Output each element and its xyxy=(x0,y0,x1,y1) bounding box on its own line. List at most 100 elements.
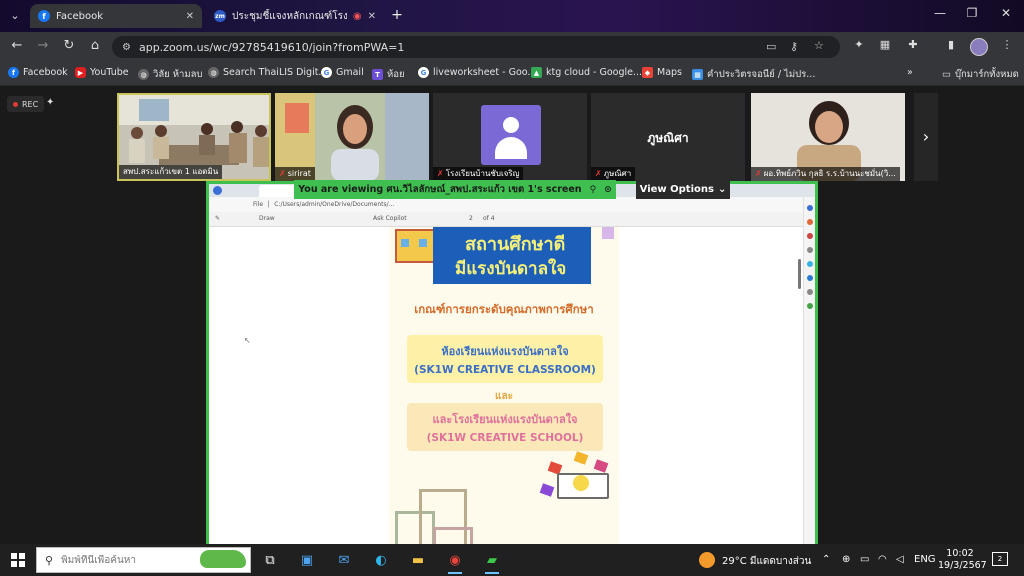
doc-title-line1: สถานศึกษาดี xyxy=(465,234,566,255)
bookmark-youtube[interactable]: ▶ YouTube xyxy=(75,67,129,78)
all-bookmarks-folder[interactable]: ▭ บุ๊กมาร์กทั้งหมด xyxy=(942,67,1019,82)
participant-tile-admin[interactable]: สพป.สระแก้วเขต 1 แอดมิน xyxy=(117,93,271,181)
bookmark-liveworksheet[interactable]: Gliveworksheet - Goo... xyxy=(418,67,536,78)
participant-name-text: sirirat xyxy=(287,169,311,178)
participant-tile-phusanisa[interactable]: ภูษณิศา ✗ ภูษณิศา xyxy=(591,93,745,181)
profile-avatar[interactable] xyxy=(970,38,988,56)
participant-tile-director[interactable]: ✗ ผอ.ทิพย์ภวิน กุลธิ ร.ร.บ้านนะชมั่น(วิ..… xyxy=(751,93,905,181)
close-tab-icon[interactable]: ✕ xyxy=(186,11,194,22)
globe-icon: ◍ xyxy=(138,69,149,80)
doc-heading: เกณฑ์การยกระดับคุณภาพการศึกษา xyxy=(414,302,594,316)
close-window-icon[interactable]: ✕ xyxy=(996,6,1016,20)
bookmark-maps[interactable]: ◆ Maps xyxy=(642,67,682,78)
mouse-cursor-icon: ↖ xyxy=(244,336,251,345)
ai-companion-icon[interactable]: ✦ xyxy=(46,97,54,108)
weather-text[interactable]: 29°C มีแดดบางส่วน xyxy=(722,554,811,569)
input-language[interactable]: ENG xyxy=(914,554,936,565)
tray-chevron-up-icon[interactable]: ⌃ xyxy=(822,554,830,565)
bookmark-wilai[interactable]: ◍ วิลัย ห้ามลบ xyxy=(138,67,202,82)
notification-icon[interactable]: 2 xyxy=(992,552,1008,566)
bookmark-ktg-cloud[interactable]: ▲ ktg cloud - Google... xyxy=(531,67,642,78)
clock[interactable]: 10:02 19/3/2567 xyxy=(938,548,987,572)
bookmarks-overflow-icon[interactable]: » xyxy=(907,67,913,78)
shared-screen[interactable]: File │ C:/Users/admin/OneDrive/Documents… xyxy=(206,181,818,576)
recording-indicator[interactable]: REC xyxy=(7,96,45,112)
restore-icon[interactable]: ❐ xyxy=(962,6,982,20)
participant-tile-sirirat[interactable]: ✗ sirirat xyxy=(275,93,429,181)
participant-name-text: สพป.สระแก้วเขต 1 แอดมิน xyxy=(123,167,219,176)
taskbar-search-input[interactable] xyxy=(61,554,212,566)
extensions-puzzle-icon[interactable]: ✚ xyxy=(904,38,922,51)
menu-kebab-icon[interactable]: ⋮ xyxy=(998,38,1016,51)
minimize-icon[interactable]: — xyxy=(930,6,950,20)
network-icon[interactable]: ⊕ xyxy=(842,554,850,565)
camera-icon[interactable]: ▭ xyxy=(766,40,776,53)
forward-icon[interactable]: → xyxy=(34,38,52,53)
battery-icon[interactable]: ▭ xyxy=(860,554,869,565)
task-view-icon[interactable]: ⧉ xyxy=(257,548,283,572)
decoration-shape xyxy=(573,451,589,465)
participant-name-text: ผอ.ทิพย์ภวิน กุลธิ ร.ร.บ้านนะชมั่น(วิ... xyxy=(763,169,896,178)
address-bar[interactable]: ⚙ app.zoom.us/wc/92785419610/join?fromPW… xyxy=(112,36,840,58)
bookmark-resume[interactable]: ▦ คำประวิตรจอนีย์ / ไม่ปร... xyxy=(692,67,815,82)
browser-tab-bar: ⌄ f Facebook ✕ zm ประชุมชี้แจงหลักเกณฑ์โ… xyxy=(0,0,1024,32)
stop-share-icon[interactable]: ⊙ xyxy=(604,185,612,195)
search-icon: ⚲ xyxy=(45,553,54,567)
bookmark-hoi[interactable]: T ห้อย xyxy=(372,67,405,82)
participant-name: สพป.สระแก้วเขต 1 แอดมิน xyxy=(119,165,223,179)
wifi-icon[interactable]: ◠ xyxy=(878,554,887,565)
sheets-extension-icon[interactable]: ▦ xyxy=(876,38,894,51)
bookmark-label: บุ๊กมาร์กทั้งหมด xyxy=(954,69,1019,80)
home-icon[interactable]: ⌂ xyxy=(86,38,104,53)
windows-taskbar: ⚲ ⧉ ▣ ✉ ◐ ▬ ◉ ▰ 29°C มีแดดบางส่วน ⌃ ⊕ ▭ … xyxy=(0,544,1024,576)
side-panel-icon[interactable]: ▮ xyxy=(942,38,960,51)
view-options-button[interactable]: View Options ⌄ xyxy=(636,180,730,199)
chrome-icon[interactable]: ◉ xyxy=(442,548,468,574)
volume-icon[interactable]: ◁ xyxy=(896,554,904,565)
participant-name-text: โรงเรียนบ้านชับเจริญ xyxy=(445,169,520,178)
pdf-ask-copilot: Ask Copilot xyxy=(373,215,407,222)
bookmark-star-icon[interactable]: ☆ xyxy=(814,39,824,52)
weather-icon[interactable] xyxy=(699,552,715,568)
search-highlight-frog-icon xyxy=(200,550,246,568)
reload-icon[interactable]: ↻ xyxy=(60,38,78,53)
new-tab-button[interactable]: + xyxy=(388,6,406,24)
bookmark-label: ห้อย xyxy=(387,69,405,80)
back-icon[interactable]: ← xyxy=(8,38,26,53)
classroom-box: ห้องเรียนแห่งแรงบันดาลใจ (SK1W CREATIVE … xyxy=(407,335,603,383)
chevron-down-icon: ⌄ xyxy=(717,184,727,195)
google-icon: G xyxy=(321,67,332,78)
bookmark-thailis[interactable]: ◍ Search ThaiLIS Digit... xyxy=(208,67,328,78)
bookmark-label: คำประวิตรจอนีย์ / ไม่ปร... xyxy=(707,69,816,80)
mail-icon[interactable]: ✉ xyxy=(331,548,357,572)
site-info-icon[interactable]: ⚙ xyxy=(122,42,131,53)
tab-zoom-meeting[interactable]: zm ประชุมชี้แจงหลักเกณฑ์โรงเรียนแ ◉ ✕ xyxy=(206,4,384,28)
remote-control-icon[interactable]: ⚲ xyxy=(590,185,597,195)
line-icon[interactable]: ▰ xyxy=(479,548,505,574)
bookmark-label: Facebook xyxy=(23,67,68,78)
tab-facebook[interactable]: f Facebook ✕ xyxy=(30,4,202,28)
participant-center-name: ภูษณิศา xyxy=(647,131,689,145)
file-explorer-icon[interactable]: ▬ xyxy=(405,548,431,572)
rec-label: REC xyxy=(22,99,39,109)
participant-tile-school[interactable]: ✗ โรงเรียนบ้านชับเจริญ xyxy=(433,93,587,181)
tab-title: ประชุมชี้แจงหลักเกณฑ์โรงเรียนแ xyxy=(232,10,347,22)
bookmark-label: Search ThaiLIS Digit... xyxy=(223,67,328,78)
participant-name: ✗ ภูษณิศา xyxy=(591,167,636,181)
file-path: C:/Users/admin/OneDrive/Documents/... xyxy=(274,201,395,208)
file-label: File xyxy=(253,201,264,208)
ms-store-icon[interactable]: ▣ xyxy=(294,548,320,572)
close-tab-icon[interactable]: ✕ xyxy=(368,11,376,22)
tab-search-chevron-icon[interactable]: ⌄ xyxy=(6,7,24,25)
extension-icon[interactable]: ✦ xyxy=(850,38,868,51)
rec-dot-icon xyxy=(13,101,18,107)
bookmark-facebook[interactable]: f Facebook xyxy=(8,67,68,78)
edge-icon[interactable]: ◐ xyxy=(368,548,394,572)
doc-title-line2: มีแรงบันดาลใจ xyxy=(455,259,567,279)
next-participants-chevron-icon[interactable]: › xyxy=(914,93,938,181)
password-key-icon[interactable]: ⚷ xyxy=(790,40,798,53)
bookmark-gmail[interactable]: G Gmail xyxy=(321,67,364,78)
windows-start-icon[interactable] xyxy=(11,553,25,567)
bookmarks-bar: f Facebook ▶ YouTube ◍ วิลัย ห้ามลบ ◍ Search… xyxy=(0,62,1024,86)
bookmark-label: YouTube xyxy=(90,67,129,78)
